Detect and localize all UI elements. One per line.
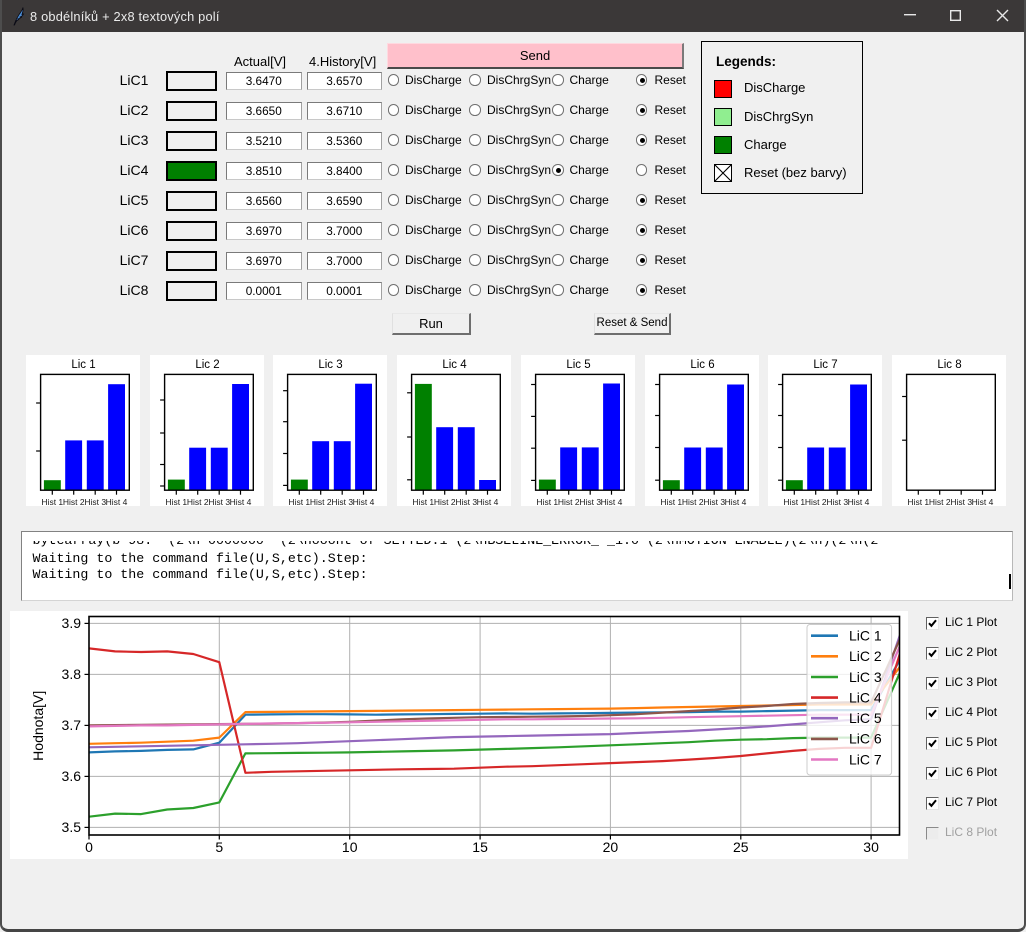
svg-text:Lic 5: Lic 5 <box>566 359 590 371</box>
svg-text:3.6: 3.6 <box>62 768 82 784</box>
svg-text:Hist 2: Hist 2 <box>681 497 703 506</box>
svg-text:Hist 2: Hist 2 <box>434 497 456 506</box>
svg-text:5: 5 <box>215 839 223 855</box>
svg-text:20: 20 <box>603 839 619 855</box>
svg-text:Hist 4: Hist 4 <box>724 497 746 506</box>
svg-text:Hist 4: Hist 4 <box>600 497 622 506</box>
svg-text:Hist 3: Hist 3 <box>455 497 477 506</box>
svg-text:LiC 1: LiC 1 <box>849 628 882 644</box>
svg-text:LiC 6: LiC 6 <box>849 731 882 747</box>
svg-text:Hist 3: Hist 3 <box>208 497 230 506</box>
svg-text:Hist 4: Hist 4 <box>229 497 251 506</box>
svg-text:Hist 2: Hist 2 <box>63 497 85 506</box>
svg-text:Lic 2: Lic 2 <box>195 359 219 371</box>
svg-text:Hist 2: Hist 2 <box>310 497 332 506</box>
svg-text:LiC 2: LiC 2 <box>849 648 882 664</box>
svg-text:Hist 2: Hist 2 <box>929 497 951 506</box>
svg-text:Lic 8: Lic 8 <box>937 359 961 371</box>
svg-text:Hist 1: Hist 1 <box>536 497 558 506</box>
svg-text:Hist 4: Hist 4 <box>106 497 128 506</box>
svg-text:Hist 3: Hist 3 <box>950 497 972 506</box>
svg-text:Hist 2: Hist 2 <box>558 497 580 506</box>
svg-text:Hist 2: Hist 2 <box>805 497 827 506</box>
svg-text:Hist 3: Hist 3 <box>827 497 849 506</box>
svg-text:Hist 1: Hist 1 <box>907 497 929 506</box>
svg-text:10: 10 <box>342 839 358 855</box>
svg-text:LiC 5: LiC 5 <box>849 710 882 726</box>
svg-text:Hist 2: Hist 2 <box>187 497 209 506</box>
svg-text:Hist 1: Hist 1 <box>784 497 806 506</box>
svg-text:3.8: 3.8 <box>62 666 82 682</box>
svg-text:Hist 1: Hist 1 <box>413 497 435 506</box>
svg-text:Hist 3: Hist 3 <box>332 497 354 506</box>
svg-text:Hist 4: Hist 4 <box>972 497 994 506</box>
svg-text:Lic 1: Lic 1 <box>71 359 95 371</box>
svg-text:LiC 7: LiC 7 <box>849 751 882 767</box>
svg-text:LiC 4: LiC 4 <box>849 689 882 705</box>
svg-text:Hist 4: Hist 4 <box>848 497 870 506</box>
svg-text:Lic 7: Lic 7 <box>814 359 838 371</box>
svg-text:Hist 4: Hist 4 <box>477 497 499 506</box>
svg-text:3.7: 3.7 <box>62 717 82 733</box>
svg-text:30: 30 <box>863 839 879 855</box>
svg-text:Hist 3: Hist 3 <box>84 497 106 506</box>
svg-text:Lic 6: Lic 6 <box>690 359 714 371</box>
svg-text:Hist 1: Hist 1 <box>41 497 63 506</box>
svg-text:Hist 3: Hist 3 <box>579 497 601 506</box>
svg-text:Lic 3: Lic 3 <box>319 359 343 371</box>
svg-text:25: 25 <box>733 839 749 855</box>
svg-text:3.5: 3.5 <box>62 819 82 835</box>
svg-text:0: 0 <box>85 839 93 855</box>
svg-text:Lic 4: Lic 4 <box>442 359 467 371</box>
svg-text:Hodnota[V]: Hodnota[V] <box>30 691 46 761</box>
svg-text:LiC 3: LiC 3 <box>849 669 882 685</box>
svg-text:15: 15 <box>472 839 488 855</box>
svg-text:Hist 1: Hist 1 <box>289 497 311 506</box>
svg-text:3.9: 3.9 <box>62 615 82 631</box>
svg-text:Hist 1: Hist 1 <box>165 497 187 506</box>
svg-text:Hist 4: Hist 4 <box>353 497 375 506</box>
svg-text:Hist 3: Hist 3 <box>703 497 725 506</box>
svg-text:Hist 1: Hist 1 <box>660 497 682 506</box>
